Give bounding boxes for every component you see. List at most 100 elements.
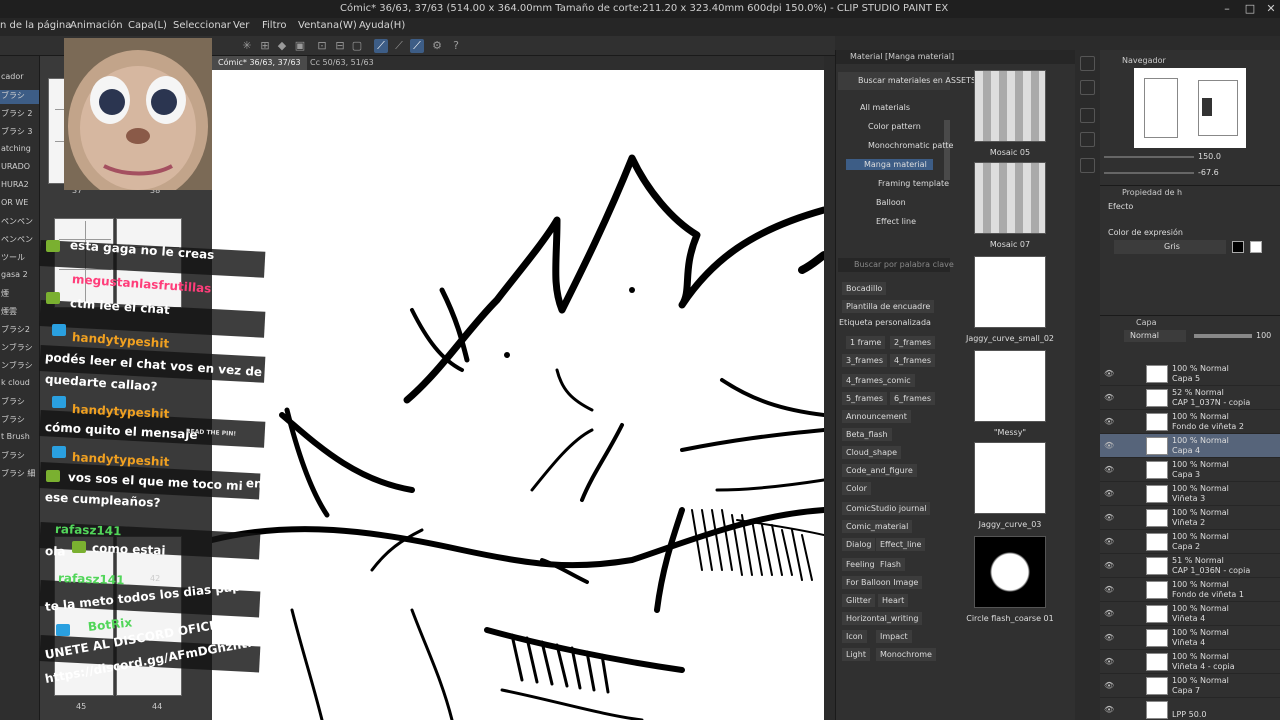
layer-row[interactable]: 👁 100 % Normal Viñeta 4 - copia [1100,650,1280,674]
material-search-input[interactable]: Buscar por palabra clave [838,258,954,272]
canvas-scrollbar[interactable] [824,56,835,720]
layer-row[interactable]: 👁 100 % Normal Capa 2 [1100,530,1280,554]
eye-icon[interactable]: 👁 [1104,465,1114,474]
sub-tool-item[interactable]: 煙 [0,288,39,302]
sparkle-icon[interactable]: ✳ [240,39,254,53]
sub-tool-item[interactable]: ツール [0,252,39,266]
eye-icon[interactable]: 👁 [1104,489,1114,498]
layer-opacity[interactable]: 100 [1256,331,1271,340]
material-tag[interactable]: ComicStudio journal [842,502,931,515]
layer-row[interactable]: 👁 52 % Normal CAP 1_037N - copia [1100,386,1280,410]
sub-tool-item[interactable]: cador [0,72,39,86]
material-tag[interactable]: Icon [842,630,867,643]
material-tag[interactable]: Feeling [842,558,879,571]
material-tag[interactable]: 4_frames [890,354,935,367]
material-tree-item[interactable]: Color pattern [850,121,927,132]
material-tag[interactable]: Dialog [842,538,876,551]
sub-tool-item[interactable]: OR WE [0,198,39,212]
invert-selection-icon[interactable]: ⊟ [333,39,347,53]
panel-icon[interactable] [1080,108,1095,123]
sub-tool-item[interactable]: ペンペン [0,234,39,248]
material-tag[interactable]: 2_frames [890,336,935,349]
tab-document-2[interactable]: Cc 50/63, 51/63 [304,56,380,70]
eye-icon[interactable]: 👁 [1104,633,1114,642]
menu-page[interactable]: n de la página [0,20,71,31]
material-tag[interactable]: Effect_line [876,538,926,551]
eye-icon[interactable]: 👁 [1104,657,1114,666]
sub-tool-item[interactable]: ブラシ [0,90,39,104]
layer-row[interactable]: 👁 51 % Normal CAP 1_036N - copia [1100,554,1280,578]
panel-icon[interactable] [1080,158,1095,173]
sub-tool-item[interactable]: ブラシ 2 [0,108,39,122]
material-tag[interactable]: Code_and_figure [842,464,917,477]
eye-icon[interactable]: 👁 [1104,393,1114,402]
material-tag[interactable]: 4_frames_comic [842,374,915,387]
sub-tool-item[interactable]: ンブラシ [0,342,39,356]
zoom-slider[interactable] [1104,156,1194,158]
blend-mode-select[interactable]: Normal [1124,330,1186,342]
rotation-slider[interactable] [1104,172,1194,174]
layer-row[interactable]: 👁 100 % Normal Capa 3 [1100,458,1280,482]
sub-tool-item[interactable]: ブラシ [0,450,39,464]
material-tree-item[interactable]: All materials [842,102,916,113]
erase-outside-icon[interactable]: ▣ [293,39,307,53]
sub-tool-item[interactable]: ブラシ 細 [0,468,39,482]
eye-icon[interactable]: 👁 [1104,369,1114,378]
fill-icon[interactable]: ◆ [275,39,289,53]
menu-layer[interactable]: Capa(L) [128,20,167,31]
material-tree-item[interactable]: Monochromatic patte [850,140,959,151]
sub-tool-item[interactable]: ンブラシ [0,360,39,374]
eye-icon[interactable]: 👁 [1104,681,1114,690]
eye-icon[interactable]: 👁 [1104,705,1114,714]
sub-tool-item[interactable]: ブラシ 3 [0,126,39,140]
eye-icon[interactable]: 👁 [1104,561,1114,570]
material-tag[interactable]: Cloud_shape [842,446,901,459]
sub-tool-item[interactable]: k cloud [0,378,39,392]
layer-row[interactable]: 👁 100 % Normal Capa 7 [1100,674,1280,698]
menu-select[interactable]: Seleccionar [173,20,231,31]
eye-icon[interactable]: 👁 [1104,537,1114,546]
material-tag[interactable]: Announcement [842,410,911,423]
layer-row[interactable]: 👁 100 % Normal Capa 4 [1100,434,1280,458]
selection-icon[interactable]: ▢ [350,39,364,53]
layer-row[interactable]: 👁 100 % Normal Viñeta 3 [1100,482,1280,506]
snap-special-icon[interactable]: ⟋ [392,39,406,53]
material-tag[interactable]: Bocadillo [842,282,887,295]
sub-tool-item[interactable]: ブラシ2 [0,324,39,338]
eye-icon[interactable]: 👁 [1104,585,1114,594]
menu-help[interactable]: Ayuda(H) [359,20,405,31]
menu-window[interactable]: Ventana(W) [298,20,357,31]
ruler-snap-icon[interactable]: ⟋ [374,39,388,53]
sub-tool-item[interactable]: t Brush [0,432,39,446]
navigator-preview[interactable] [1134,68,1246,148]
layer-row[interactable]: 👁 LPP 50.0 [1100,698,1280,720]
layer-row[interactable]: 👁 100 % Normal Viñeta 4 [1100,626,1280,650]
material-thumbnail[interactable] [974,256,1046,328]
sub-tool-item[interactable]: atching [0,144,39,158]
material-thumbnail[interactable] [974,536,1046,608]
help-icon[interactable]: ? [449,39,463,53]
material-tag[interactable]: Impact [876,630,912,643]
opacity-slider[interactable] [1194,334,1252,338]
material-tag[interactable]: 3_frames [842,354,887,367]
material-tree-item[interactable]: Manga material [846,159,933,170]
menu-filter[interactable]: Filtro [262,20,287,31]
sub-tool-item[interactable]: ペンペン [0,216,39,230]
panel-icon[interactable] [1080,80,1095,95]
sub-tool-item[interactable]: HURA2 [0,180,39,194]
material-tree-item[interactable]: Framing template [860,178,955,189]
panel-icon[interactable] [1080,56,1095,71]
sub-tool-item[interactable]: 煙雲 [0,306,39,320]
search-assets-button[interactable]: Buscar materiales en ASSETS [838,72,976,90]
transform-icon[interactable]: ⊞ [258,39,272,53]
settings-icon[interactable]: ⚙ [430,39,444,53]
material-tag[interactable]: 6_frames [890,392,935,405]
eye-icon[interactable]: 👁 [1104,417,1114,426]
material-tag[interactable]: Color [842,482,871,495]
material-thumbnail[interactable] [974,70,1046,142]
material-tree-item[interactable]: Effect line [858,216,922,227]
sub-tool-item[interactable]: ブラシ [0,414,39,428]
layer-row[interactable]: 👁 100 % Normal Viñeta 2 [1100,506,1280,530]
sub-color-swatch[interactable] [1250,241,1262,253]
material-tag[interactable]: Flash [876,558,905,571]
